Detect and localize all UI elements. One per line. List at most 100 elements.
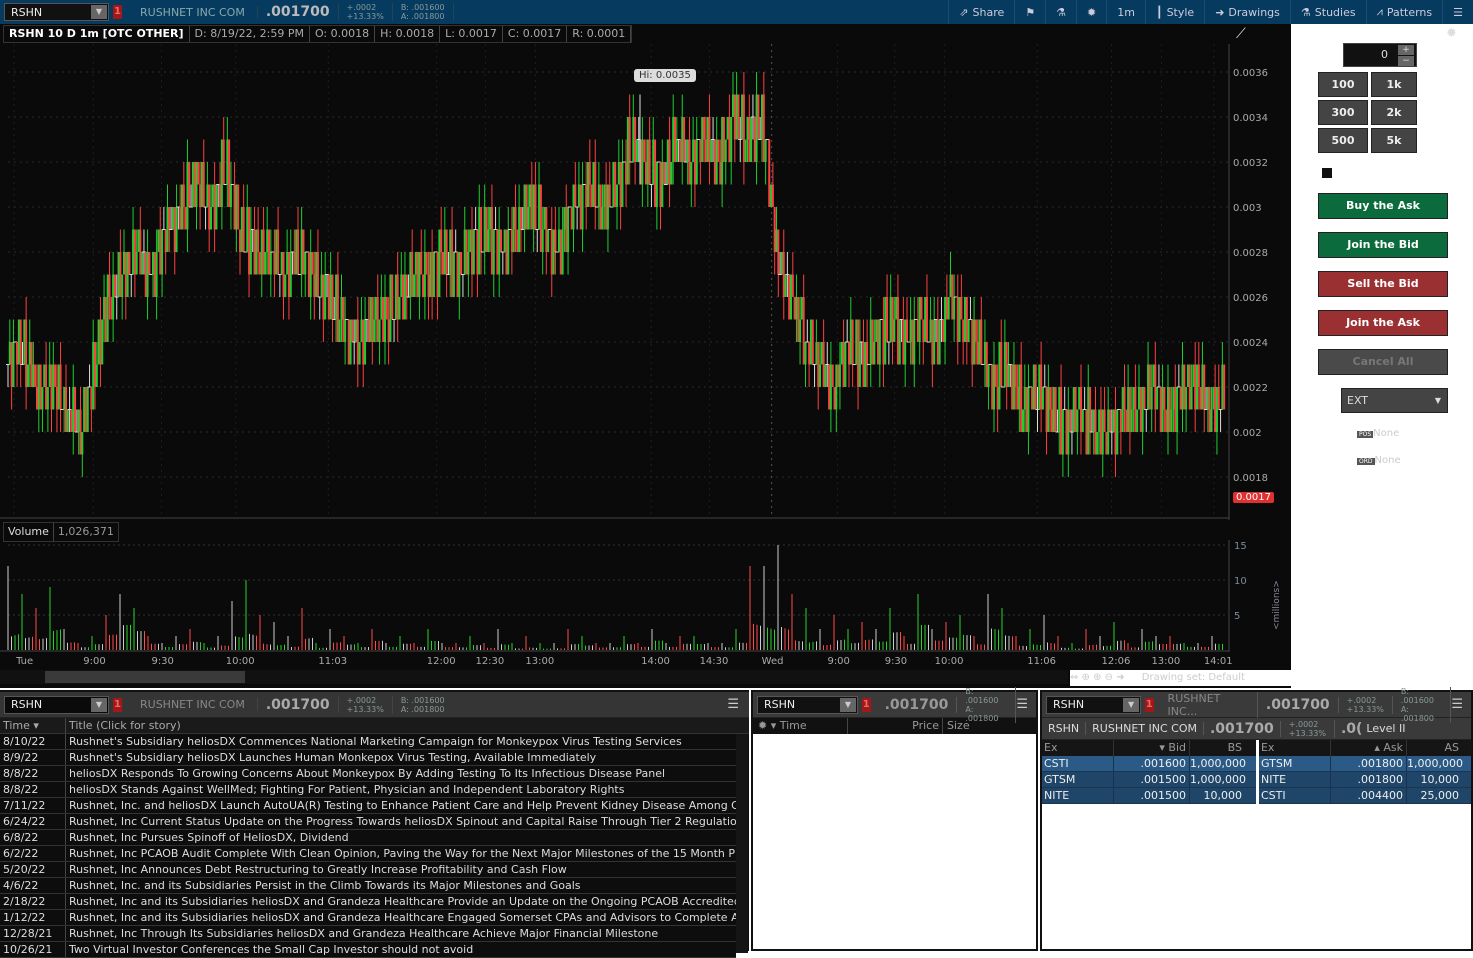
col-price[interactable]: Price [848,718,943,734]
horizontal-scrollbar[interactable] [0,670,1068,684]
qty-2k-button[interactable]: 2k [1371,100,1417,125]
checkbox[interactable] [1322,168,1332,178]
qty-5k-button[interactable]: 5k [1371,128,1417,153]
ask-row[interactable]: CSTI .004400 25,000 [1258,788,1471,804]
bid-row[interactable]: CSTI .001600 1,000,000 [1042,756,1256,772]
tool-flask-icon[interactable]: ⚗ [1045,0,1076,24]
chevron-down-icon[interactable]: ▼ [1123,697,1140,712]
chevron-down-icon[interactable]: ▼ [91,5,107,19]
news-row[interactable]: 6/24/22 Rushnet, Inc Current Status Updat… [0,814,736,830]
ask-row[interactable]: NITE .001800 10,000 [1258,772,1471,788]
candle-body [1058,387,1061,432]
news-row[interactable]: 8/8/22 heliosDX Responds To Growing Conce… [0,766,736,782]
col-ex[interactable]: Ex [1259,740,1331,756]
tool-1m[interactable]: 1m [1106,0,1145,24]
news-title[interactable]: Rushnet, Inc. and its Subsidiaries Persi… [66,878,736,893]
news-title[interactable]: Two Virtual Investor Conferences the Sma… [66,942,736,957]
bid-row[interactable]: NITE .001500 10,000 [1042,788,1256,804]
news-symbol-selector[interactable]: RSHN ▼ [4,695,109,714]
l2-symbol-selector[interactable]: RSHN ▼ [1046,695,1142,714]
alert-count-badge[interactable]: 1 [113,5,122,19]
tool-menu-icon[interactable]: ☰ [1442,0,1473,24]
news-row[interactable]: 7/11/22 Rushnet, Inc. and heliosDX Launch… [0,798,736,814]
news-row[interactable]: 5/20/22 Rushnet, Inc Announces Debt Restr… [0,862,736,878]
join-the-ask-button[interactable]: Join the Ask [1318,310,1448,336]
menu-icon[interactable]: ☰ [727,697,739,712]
candle-body [425,252,428,275]
qty-300-button[interactable]: 300 [1318,100,1368,125]
sell-the-bid-button[interactable]: Sell the Bid [1318,271,1448,297]
candle-body [391,274,394,320]
news-title[interactable]: Rushnet, Inc Through Its Subsidiaries he… [66,926,736,941]
price-chart[interactable]: 0.0036 0.0034 0.0032 0.003 0.0028 0.0026 0.002… [0,44,1291,520]
col-as[interactable]: AS [1407,740,1461,756]
news-row[interactable]: 8/8/22 heliosDX Stands Against WellMed; F… [0,782,736,798]
gear-icon[interactable]: ✹ ▾ [758,719,776,732]
scrollbar-thumb[interactable] [45,671,245,683]
news-title[interactable]: heliosDX Stands Against WellMed; Fightin… [66,782,736,797]
col-bs[interactable]: BS [1190,740,1244,756]
col-ask[interactable]: ▴ Ask [1331,740,1407,756]
news-title[interactable]: Rushnet's Subsidiary heliosDX Launches H… [66,750,736,765]
alert-count-badge[interactable]: 1 [1145,697,1154,712]
news-title[interactable]: Rushnet's Subsidiary heliosDX Commences … [66,734,736,749]
menu-icon[interactable]: ☰ [1016,697,1028,712]
menu-icon[interactable]: ☰ [1451,697,1463,712]
tool-alert-icon[interactable]: ⚑ [1014,0,1045,24]
tool-drawings[interactable]: ➜ Drawings [1204,0,1290,24]
ask-row[interactable]: GTSM .001800 1,000,000 [1258,756,1471,772]
candle-body [902,319,905,365]
news-title[interactable]: Rushnet, Inc Announces Debt Restructurin… [66,862,736,877]
news-title[interactable]: Rushnet, Inc and its Subsidiaries helios… [66,910,736,925]
qty-1k-button[interactable]: 1k [1371,72,1417,97]
news-row[interactable]: 8/10/22 Rushnet's Subsidiary heliosDX Com… [0,734,736,750]
news-row[interactable]: 1/12/22 Rushnet, Inc and its Subsidiaries… [0,910,736,926]
increment-button[interactable]: + [1398,45,1414,55]
tool-studies[interactable]: ⚗ Studies [1289,0,1366,24]
col-ex[interactable]: Ex [1042,740,1114,756]
col-bid[interactable]: ▾ Bid [1114,740,1190,756]
vertical-scrollbar[interactable] [736,734,748,953]
chevron-down-icon[interactable]: ▼ [91,697,107,712]
tool-gear-icon[interactable]: ✹ [1076,0,1106,24]
news-row[interactable]: 4/6/22 Rushnet, Inc. and its Subsidiaries… [0,878,736,894]
col-title[interactable]: Title (Click for story) [66,718,749,733]
news-title[interactable]: Rushnet, Inc Current Status Update on th… [66,814,736,829]
scale-icon[interactable]: ⟋ [1236,26,1246,42]
qty-500-button[interactable]: 500 [1318,128,1368,153]
col-size[interactable]: Size [943,718,970,734]
symbol-selector[interactable]: RSHN ▼ [4,3,109,21]
news-title[interactable]: heliosDX Responds To Growing Concerns Ab… [66,766,736,781]
col-time[interactable]: Time ▾ [0,718,66,733]
alert-count-badge[interactable]: 1 [861,697,871,712]
tool-patterns[interactable]: ⩘ Patterns [1365,0,1443,24]
news-row[interactable]: 2/18/22 Rushnet, Inc and its Subsidiaries… [0,894,736,910]
drawing-set[interactable]: Drawing set: Default [1142,672,1245,683]
buy-the-ask-button[interactable]: Buy the Ask [1318,193,1448,219]
news-title[interactable]: Rushnet, Inc. and heliosDX Launch AutoUA… [66,798,736,813]
zoom-controls-icon[interactable]: ⇔ ⊕ ⊕ ⊖ ➜ [1070,672,1125,683]
cancel-all-button[interactable]: Cancel All [1318,349,1448,375]
news-row[interactable]: 12/28/21 Rushnet, Inc Through Its Subsidi… [0,926,736,942]
col-time[interactable]: Time [780,719,807,732]
gear-icon[interactable]: ✹ [1446,26,1457,41]
qty-100-button[interactable]: 100 [1318,72,1368,97]
quantity-stepper[interactable]: 0 + − [1343,43,1417,67]
tns-symbol-selector[interactable]: RSHN ▼ [757,695,858,714]
news-title[interactable]: Rushnet, Inc PCAOB Audit Complete With C… [66,846,736,861]
bid-row[interactable]: GTSM .001500 1,000,000 [1042,772,1256,788]
news-title[interactable]: Rushnet, Inc and its Subsidiaries helios… [66,894,736,909]
join-the-bid-button[interactable]: Join the Bid [1318,232,1448,258]
tool-share[interactable]: ⇗ Share [948,0,1014,24]
tool-style[interactable]: ┃ Style [1144,0,1204,24]
decrement-button[interactable]: − [1398,56,1414,66]
volume-chart[interactable]: 15 10 5 Tue 9:00 9:30 10:00 11:03 12:00 12:30 13:0… [0,540,1291,668]
news-row[interactable]: 6/8/22 Rushnet, Inc Pursues Spinoff of He… [0,830,736,846]
session-dropdown[interactable]: EXT ▼ [1341,388,1448,413]
news-row[interactable]: 6/2/22 Rushnet, Inc PCAOB Audit Complete … [0,846,736,862]
news-row[interactable]: 8/9/22 Rushnet's Subsidiary heliosDX Laun… [0,750,736,766]
news-row[interactable]: 10/26/21 Two Virtual Investor Conferences… [0,942,736,958]
alert-count-badge[interactable]: 1 [113,697,122,712]
chevron-down-icon[interactable]: ▼ [839,697,856,712]
news-title[interactable]: Rushnet, Inc Pursues Spinoff of HeliosDX… [66,830,736,845]
